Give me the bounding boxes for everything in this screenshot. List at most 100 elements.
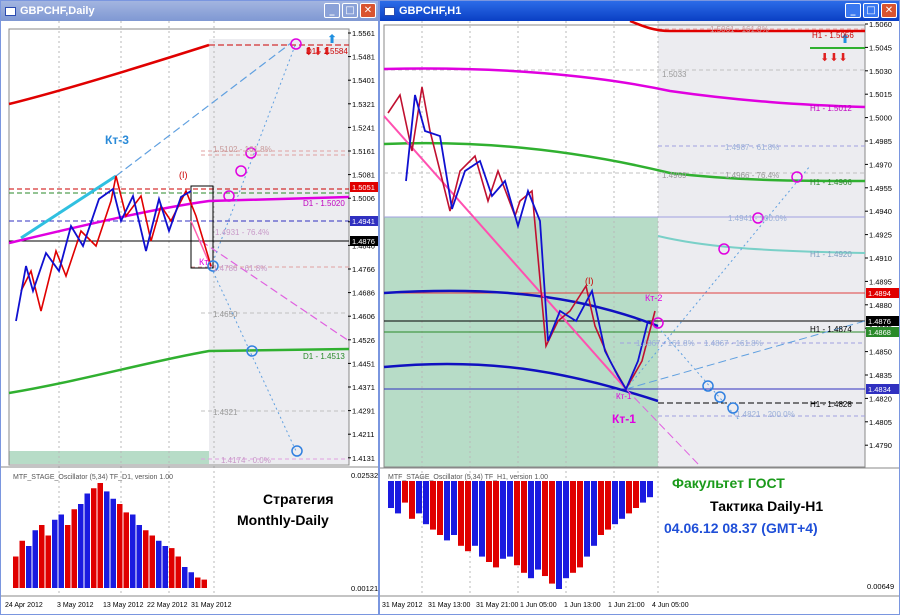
osc-bar bbox=[13, 556, 19, 588]
osc-bar bbox=[195, 577, 201, 588]
price-tick-label: 1.4291 bbox=[352, 407, 375, 416]
fib-label: 1.4966 - 76.4% bbox=[725, 171, 779, 180]
price-tick-label: 1.4880 bbox=[869, 301, 892, 310]
osc-bar bbox=[556, 481, 562, 589]
osc-bar bbox=[521, 481, 527, 573]
date-label: 1 Jun 05:00 bbox=[520, 602, 557, 609]
price-tick-label: 1.5015 bbox=[869, 90, 892, 99]
right-titlebar[interactable]: GBPCHF,H1 _ □ ✕ bbox=[380, 1, 899, 21]
osc-bar bbox=[458, 481, 464, 546]
left-titlebar[interactable]: GBPCHF,Daily _ □ ✕ bbox=[1, 1, 378, 21]
price-tick-label: 1.5060 bbox=[869, 21, 892, 29]
date-axis: 24 Apr 2012 3 May 2012 13 May 2012 22 Ma… bbox=[5, 602, 232, 609]
price-tick-label: 1.4955 bbox=[869, 184, 892, 193]
right-chart-canvas[interactable]: ⬆ ⬇⬇⬇ (I) Кт-2 Кт-1 Кт-1 H1 - 1.5056 H1 … bbox=[380, 21, 899, 614]
price-tick-label: 1.4686 bbox=[352, 289, 375, 298]
osc-bar bbox=[479, 481, 485, 557]
timestamp: 04.06.12 08.37 (GMT+4) bbox=[664, 520, 818, 536]
support-zone bbox=[9, 451, 209, 464]
blue-marker: 1.4834 bbox=[868, 385, 891, 394]
maximize-button[interactable]: □ bbox=[863, 3, 879, 18]
osc-bar bbox=[78, 504, 84, 588]
osc-bar bbox=[19, 540, 25, 588]
osc-bar bbox=[97, 483, 103, 588]
osc-bar bbox=[416, 481, 422, 514]
minimize-icon: _ bbox=[329, 5, 335, 16]
date-label: 31 May 13:00 bbox=[428, 602, 471, 609]
osc-bar bbox=[647, 481, 653, 498]
price-tick-label: 1.4925 bbox=[869, 231, 892, 240]
price-tick-label: 1.5006 bbox=[352, 194, 375, 203]
h1-label: H1 - 1.5056 bbox=[812, 31, 854, 40]
date-label: 1 Jun 13:00 bbox=[564, 602, 601, 609]
price-tick-label: 1.4985 bbox=[869, 137, 892, 146]
price-tick-label: 1.4131 bbox=[352, 454, 375, 463]
support-zone bbox=[384, 217, 658, 467]
osc-bar bbox=[549, 481, 555, 584]
osc-bar bbox=[626, 481, 632, 514]
osc-bar bbox=[39, 525, 45, 588]
osc-bar bbox=[640, 481, 646, 503]
osc-bar bbox=[117, 504, 123, 588]
h1-label: H1 - 1.4966 bbox=[810, 178, 852, 187]
fib-label: 1.4867 - 161.8% bbox=[636, 339, 695, 348]
osc-bar bbox=[584, 481, 590, 557]
osc-bar bbox=[84, 493, 90, 588]
osc-bar bbox=[570, 481, 576, 573]
date-label: 31 May 2012 bbox=[382, 602, 423, 609]
osc-bar bbox=[71, 509, 77, 588]
right-window-title: GBPCHF,H1 bbox=[399, 5, 462, 17]
osc-bar bbox=[542, 481, 548, 577]
close-button[interactable]: ✕ bbox=[360, 3, 376, 18]
h1-label: H1 - 1.5012 bbox=[810, 104, 852, 113]
osc-label: 0.02532 bbox=[351, 471, 378, 480]
osc-bar bbox=[182, 567, 188, 588]
osc-bar bbox=[169, 548, 175, 588]
osc-bar bbox=[619, 481, 625, 519]
price-tick-label: 1.5401 bbox=[352, 76, 375, 85]
fib-label: 1.4931 - 76.4% bbox=[215, 228, 269, 237]
price-tick-label: 1.5561 bbox=[352, 29, 375, 38]
price-tick-label: 1.4895 bbox=[869, 277, 892, 286]
osc-bar bbox=[162, 546, 168, 588]
kt2-label: Кт-2 bbox=[645, 293, 662, 303]
fib-label: 1.4941 - 100.0% bbox=[728, 214, 787, 223]
date-label: 24 Apr 2012 bbox=[5, 602, 43, 609]
d1-low-label: D1 - 1.4513 bbox=[303, 352, 345, 361]
cur-marker: 1.4876 bbox=[352, 237, 375, 246]
osc-bar bbox=[493, 481, 499, 568]
wave-label: (I) bbox=[585, 276, 594, 286]
fib-label: 1.5033 bbox=[662, 70, 687, 79]
osc-bar bbox=[402, 481, 408, 503]
osc-bar bbox=[175, 556, 181, 588]
wave-label: (I) bbox=[179, 170, 188, 180]
osc-bar bbox=[514, 481, 520, 566]
maximize-button[interactable]: □ bbox=[342, 3, 358, 18]
osc-bar bbox=[437, 481, 443, 535]
minimize-button[interactable]: _ bbox=[845, 3, 861, 18]
osc-bar bbox=[26, 546, 32, 588]
kt3-label: Кт-3 bbox=[105, 133, 129, 147]
d1-top-label: D1 - 1.5584 bbox=[306, 47, 348, 56]
minimize-button[interactable]: _ bbox=[324, 3, 340, 18]
osc-bar bbox=[535, 481, 541, 570]
maximize-icon: □ bbox=[345, 5, 355, 16]
green-marker: 1.4868 bbox=[868, 328, 891, 337]
price-tick-label: 1.4526 bbox=[352, 336, 375, 345]
osc-bar bbox=[500, 481, 506, 559]
left-chart-window[interactable]: GBPCHF,Daily _ □ ✕ ⬆ ⬇⬇⬇ Кт-3 (I) Кт D1 … bbox=[0, 0, 379, 615]
price-tick-label: 1.5161 bbox=[352, 147, 375, 156]
price-tick-label: 1.4820 bbox=[869, 394, 892, 403]
h1-label: H1 - 1.4828 bbox=[810, 400, 852, 409]
kt-label: Кт bbox=[199, 257, 208, 267]
right-chart-window[interactable]: GBPCHF,H1 _ □ ✕ ⬆ ⬇⬇⬇ (I) Кт-2 Кт-1 Кт-1… bbox=[379, 0, 900, 615]
kt1-label: Кт-1 bbox=[612, 412, 636, 426]
osc-title: MTF_STAGE_Oscillator (5,34) TF_H1, versi… bbox=[388, 474, 548, 481]
osc-bar bbox=[577, 481, 583, 568]
fib-label: 1.4867 - 161.8% bbox=[704, 339, 763, 348]
osc-bar bbox=[388, 481, 394, 508]
osc-bar bbox=[395, 481, 401, 514]
faculty-title: Факультет ГОСТ bbox=[672, 475, 785, 491]
window-icon bbox=[5, 6, 16, 16]
close-button[interactable]: ✕ bbox=[881, 3, 897, 18]
